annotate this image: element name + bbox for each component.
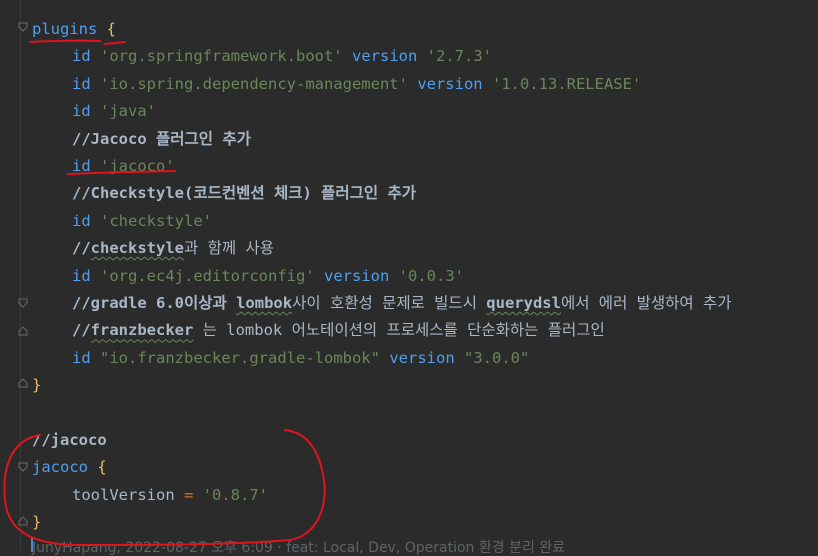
version-keyword: version (352, 47, 418, 66)
code-line[interactable]: //franzbecker 는 lombok 어노테이션의 프로세스를 단순화하… (32, 317, 818, 344)
fold-close-icon[interactable] (18, 378, 28, 388)
code-line[interactable]: //Checkstyle(코드컨벤션 체크) 플러그인 추가 (32, 180, 818, 207)
code-line[interactable]: id 'org.springframework.boot' version '2… (32, 43, 818, 70)
code-line[interactable]: //Jacoco 플러그인 추가 (32, 126, 818, 153)
code-line[interactable]: id 'java' (32, 98, 818, 125)
id-keyword: id (72, 47, 91, 66)
code-line[interactable]: //jacoco (32, 427, 818, 454)
code-line[interactable]: } (32, 372, 818, 399)
comment-typo-word: franzbecker (90, 321, 194, 340)
plugin-string: 'org.springframework.boot' (100, 47, 343, 66)
open-brace: { (97, 458, 107, 477)
id-keyword: id (72, 348, 91, 367)
comment: //jacoco (32, 430, 107, 449)
assign-operator: = (184, 485, 194, 504)
code-line[interactable]: } (32, 509, 818, 536)
plugin-string: 'java' (100, 102, 157, 121)
comment-typo-word: checkstyle (90, 239, 184, 258)
code-line[interactable]: id "io.franzbecker.gradle-lombok" versio… (32, 345, 818, 372)
code-line[interactable]: id 'org.ec4j.editorconfig' version '0.0.… (32, 263, 818, 290)
plugin-string: 'io.spring.dependency-management' (100, 74, 408, 93)
code-line[interactable]: plugins { (32, 16, 818, 43)
comment: 과 함께 사용 (184, 239, 274, 258)
plugin-string: "io.franzbecker.gradle-lombok" (100, 348, 380, 367)
comment-typo-word: lombok (236, 293, 293, 312)
code-line[interactable]: id 'checkstyle' (32, 208, 818, 235)
comment: 에서 에러 발생하여 추가 (560, 293, 732, 312)
comment: 는 lombok 어노테이션의 프로세스를 단순화하는 플러그인 (193, 321, 605, 340)
comment-typo-word: querydsl (486, 293, 561, 312)
comment: // (72, 239, 91, 258)
fold-open-icon[interactable] (18, 462, 28, 472)
code-line[interactable]: jacoco { (32, 454, 818, 481)
id-keyword: id (72, 211, 91, 230)
comment: 사이 호환성 문제로 빌드시 (292, 293, 487, 312)
version-keyword: version (389, 348, 455, 367)
comment: //Checkstyle(코드컨벤션 체크) 플러그인 추가 (72, 184, 417, 203)
code-line[interactable]: //gradle 6.0이상과 lombok사이 호환성 문제로 빌드시 que… (32, 290, 818, 317)
comment: // (72, 321, 91, 340)
version-keyword: version (417, 74, 483, 93)
close-brace: } (32, 376, 42, 395)
version-string: '2.7.3' (426, 47, 492, 66)
fold-close-icon[interactable] (18, 326, 28, 336)
code-line-empty[interactable] (32, 399, 818, 426)
plugin-string: 'jacoco' (100, 156, 175, 175)
id-keyword: id (72, 266, 91, 285)
code-line[interactable]: //checkstyle과 함께 사용 (32, 235, 818, 262)
comment: //Jacoco 플러그인 추가 (72, 129, 251, 148)
fold-open-icon[interactable] (18, 22, 28, 32)
id-keyword: id (72, 74, 91, 93)
close-brace: } (32, 513, 42, 532)
jacoco-keyword: jacoco (32, 458, 88, 477)
version-keyword: version (324, 266, 390, 285)
fold-close-icon[interactable] (18, 516, 28, 526)
editor-gutter (0, 0, 20, 551)
version-string: '0.8.7' (202, 485, 269, 504)
id-keyword: id (72, 156, 91, 175)
plugin-string: 'checkstyle' (100, 211, 212, 230)
comment: //gradle 6.0이상과 (72, 293, 237, 312)
id-keyword: id (72, 102, 91, 121)
git-blame-annotation: JunyHapang, 2022-08-27 오후 6:09 · feat: L… (32, 540, 566, 556)
version-string: '1.0.13.RELEASE' (491, 74, 642, 93)
open-brace: { (106, 20, 117, 38)
code-line[interactable]: id 'io.spring.dependency-management' ver… (32, 71, 818, 98)
version-string: "3.0.0" (464, 348, 530, 367)
code-editor[interactable]: plugins { id 'org.springframework.boot' … (32, 16, 818, 536)
property-name: toolVersion (72, 485, 175, 504)
version-string: '0.0.3' (398, 266, 464, 285)
plugins-keyword: plugins (32, 20, 98, 38)
plugin-string: 'org.ec4j.editorconfig' (100, 266, 315, 285)
code-line[interactable]: toolVersion = '0.8.7' (32, 482, 818, 509)
fold-open-icon[interactable] (18, 298, 28, 308)
code-line[interactable]: id 'jacoco' (32, 153, 818, 180)
